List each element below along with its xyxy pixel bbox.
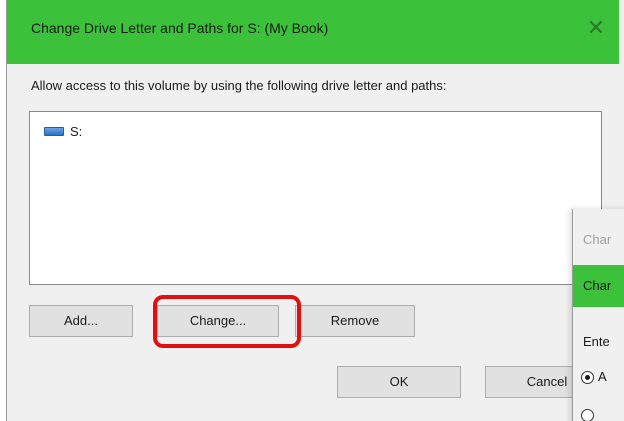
background-dialog-title: Char [583,232,612,247]
list-item[interactable]: S: [44,124,82,139]
change-drive-letter-dialog: Change Drive Letter and Paths for S: (My… [6,0,624,421]
radio-button[interactable] [581,409,594,421]
close-icon[interactable]: ✕ [581,14,611,44]
background-dialog-titlebar: Char [573,265,624,307]
radio-button-selected[interactable] [581,371,594,384]
dialog-title: Change Drive Letter and Paths for S: (My… [31,20,329,36]
background-change-dialog: Char Char Ente A [572,209,624,421]
background-dialog-bar-title: Char [583,278,612,293]
add-button[interactable]: Add... [29,305,133,337]
change-button[interactable]: Change... [157,305,279,337]
dialog-description: Allow access to this volume by using the… [31,78,447,93]
radio-label: A [598,369,607,384]
screen: Change Drive Letter and Paths for S: (My… [0,0,624,421]
drive-icon [44,127,64,136]
drive-paths-listbox[interactable]: S: [29,111,602,285]
dialog-titlebar: Change Drive Letter and Paths for S: (My… [7,0,619,64]
remove-button[interactable]: Remove [295,305,415,337]
ok-button[interactable]: OK [337,366,461,398]
list-item-label: S: [70,124,83,139]
background-dialog-label: Ente [583,334,610,349]
